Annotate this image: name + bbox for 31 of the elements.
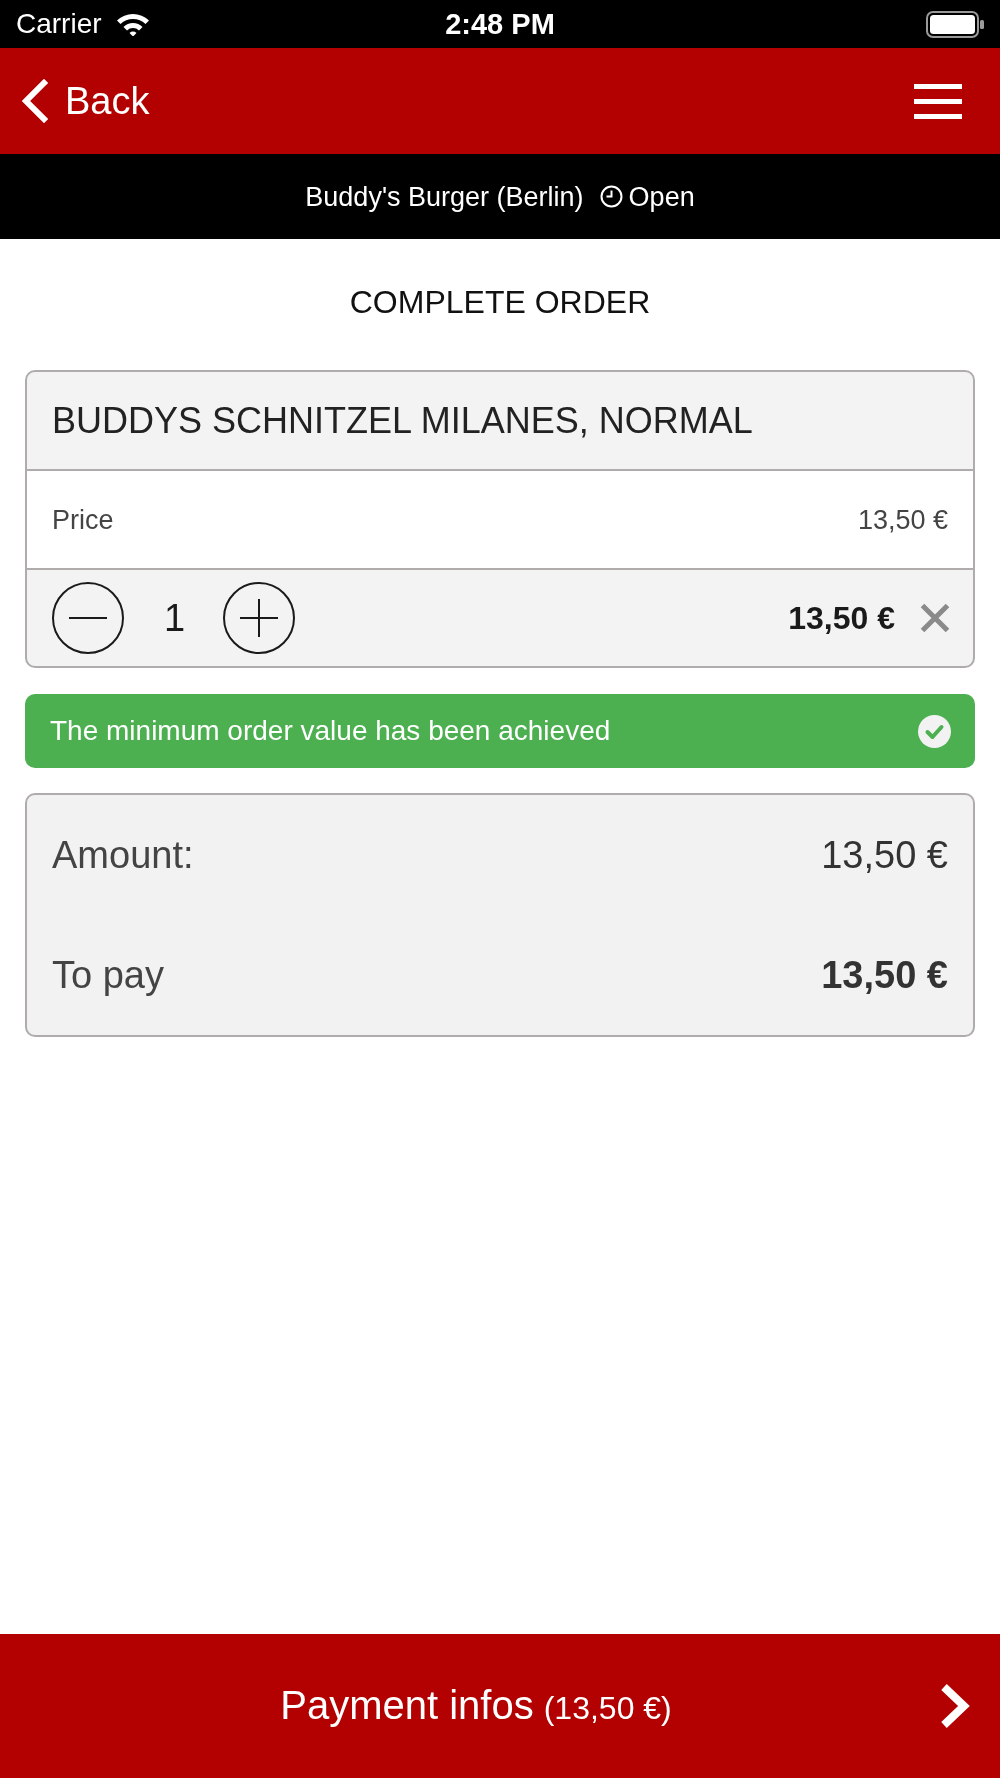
quantity-value: 1 [164,596,186,641]
open-status: Open [628,180,695,214]
summary-label: Amount: [52,833,194,878]
remove-button[interactable] [920,603,950,633]
restaurant-name: Buddy's Burger (Berlin) [305,180,584,214]
back-button[interactable]: Back [20,78,150,124]
page-title: COMPLETE ORDER [349,283,651,322]
decrease-button[interactable] [52,582,124,654]
battery-icon [926,10,984,38]
wifi-icon [115,12,150,36]
item-name: BUDDYS SCHNITZEL MILANES, NORMAL [52,398,753,443]
check-circle-icon [918,714,951,748]
carrier-name: Carrier [16,7,102,41]
clock-icon [599,185,623,208]
price-label: Price [52,503,114,537]
increase-button[interactable] [223,582,296,654]
chevron-left-icon [20,79,48,123]
summary-value: 13,50 € [821,953,948,998]
chevron-right-icon [939,1682,971,1730]
close-icon [920,603,950,633]
item-total: 13,50 € [788,599,895,638]
payment-infos-button[interactable]: Payment infos (13,50 €) [0,1634,1000,1778]
menu-icon [914,83,962,119]
clock-time: 2:48 PM [445,7,555,41]
plus-icon [240,599,279,637]
menu-button[interactable] [914,83,962,119]
notice-text: The minimum order value has been achieved [50,714,611,748]
summary-value: 13,50 € [821,833,948,878]
unit-price: 13,50 € [857,503,948,537]
summary-label: To pay [52,953,164,998]
minus-icon [69,617,107,619]
